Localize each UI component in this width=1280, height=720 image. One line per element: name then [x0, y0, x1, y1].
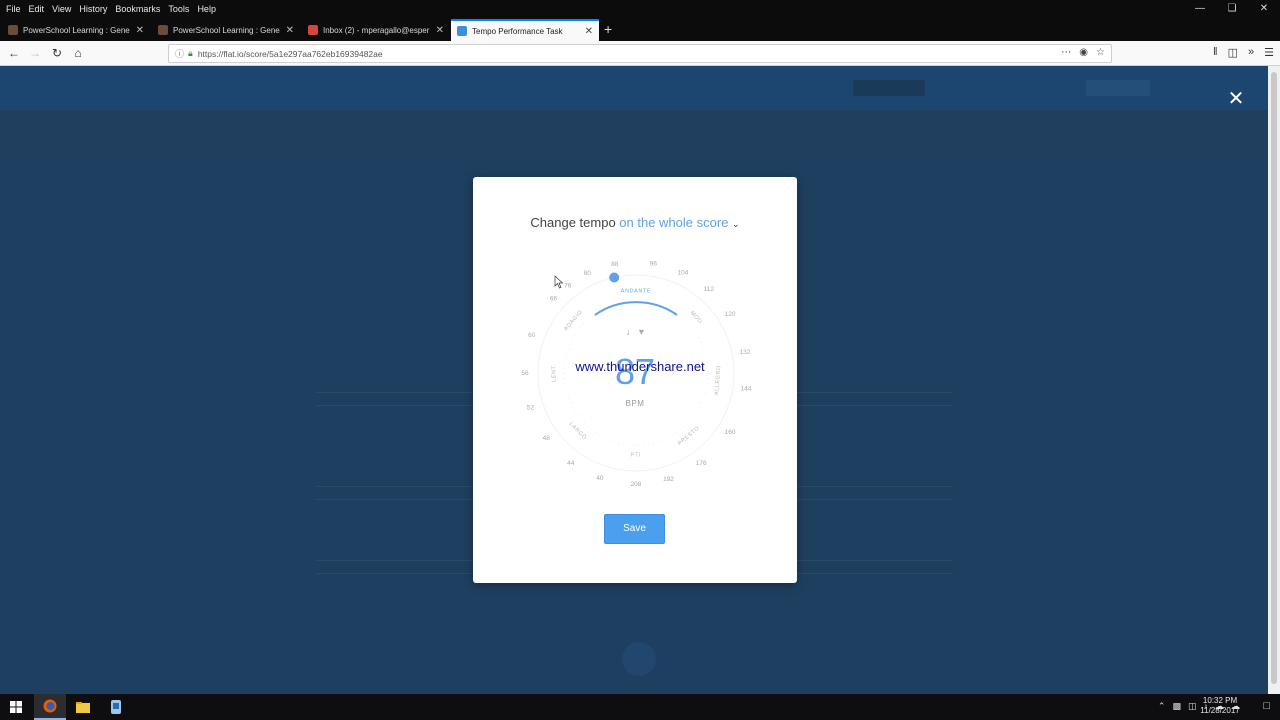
hamburger-menu-icon[interactable]: ☰	[1264, 46, 1274, 59]
active-range-arc	[594, 301, 678, 316]
navigation-bar: ← → ↻ ⌂ ⓘ 🔒︎ https://flat.io/score/5a1e2…	[0, 41, 1280, 66]
reload-icon[interactable]: ↻	[48, 45, 66, 62]
dial-tick-label: 66	[550, 296, 558, 303]
score-toolbar	[0, 110, 1268, 156]
tab-inbox[interactable]: Inbox (2) - mperagallo@esper ✕	[302, 19, 450, 41]
powerschool-favicon-icon	[158, 25, 168, 35]
close-modal-icon[interactable]: ✕	[1226, 89, 1246, 109]
tab-powerschool-1[interactable]: PowerSchool Learning : Gene ✕	[2, 19, 150, 41]
dial-tick-label: 120	[725, 311, 736, 318]
info-icon[interactable]: ⓘ	[175, 47, 184, 60]
powerschool-favicon-icon	[8, 25, 18, 35]
tab-label: PowerSchool Learning : Gene	[23, 25, 130, 35]
bookmark-star-icon[interactable]: ☆	[1096, 47, 1105, 58]
close-tab-icon[interactable]: ✕	[286, 25, 294, 36]
dial-tick-label: 176	[696, 460, 707, 467]
clock-date: 11/28/2017	[1200, 706, 1240, 715]
library-icon[interactable]: ‖	[1213, 46, 1218, 59]
dial-tick-label: 144	[740, 385, 751, 392]
address-bar[interactable]: ⓘ 🔒︎ https://flat.io/score/5a1e297aa762e…	[168, 44, 1112, 63]
tempo-term-label: ANDANTE	[621, 288, 651, 294]
minimize-icon[interactable]: —	[1184, 0, 1216, 17]
dial-tick-label: 132	[740, 349, 751, 356]
menu-view[interactable]: View	[52, 4, 71, 14]
dial-tick-label: 160	[725, 429, 736, 436]
menu-bookmarks[interactable]: Bookmarks	[115, 4, 160, 14]
tempo-handle[interactable]	[609, 272, 620, 283]
tempo-term-label: LARGO	[568, 421, 588, 441]
firefox-taskbar-icon[interactable]	[34, 694, 66, 720]
dial-tick-label: 52	[527, 404, 535, 411]
page-header	[0, 66, 1268, 110]
tab-label: Inbox (2) - mperagallo@esper	[323, 25, 430, 35]
close-tab-icon[interactable]: ✕	[436, 25, 444, 36]
close-tab-icon[interactable]: ✕	[585, 26, 593, 37]
url-text[interactable]: https://flat.io/score/5a1e297aa762eb1693…	[198, 49, 383, 59]
tray-chevron-up-icon[interactable]: ⌃	[1158, 701, 1166, 712]
header-button	[1086, 80, 1150, 96]
change-tempo-modal: Change tempo on the whole score ⌄ 76 80 88…	[473, 177, 797, 583]
header-button	[853, 80, 925, 96]
page-fab	[622, 642, 656, 676]
dial-tick-label: 60	[528, 332, 536, 339]
dial-tick-label: 208	[631, 481, 642, 488]
overflow-chevron-icon[interactable]: »	[1248, 46, 1254, 59]
action-center-icon[interactable]: □	[1263, 700, 1270, 712]
dial-tick-label: 112	[704, 286, 715, 293]
menu-bar: File Edit View History Bookmarks Tools H…	[0, 0, 1280, 17]
tab-powerschool-2[interactable]: PowerSchool Learning : Gene ✕	[152, 19, 300, 41]
page-scrollbar[interactable]	[1268, 66, 1280, 694]
dial-tick-label: 104	[677, 269, 688, 276]
app-taskbar-icon[interactable]	[100, 694, 132, 720]
note-value-selector[interactable]: ♩ ▾	[623, 327, 647, 338]
taskbar-clock[interactable]: 10:32 PM 11/28/2017	[1196, 696, 1244, 716]
lock-icon: 🔒︎	[188, 48, 193, 58]
dial-tick-label: 40	[596, 475, 604, 482]
dial-tick-label: 48	[543, 435, 551, 442]
save-button[interactable]: Save	[604, 514, 665, 544]
tempo-term-label: PTI	[631, 452, 641, 458]
mouse-cursor-icon	[554, 275, 564, 289]
menu-file[interactable]: File	[6, 4, 21, 14]
window-controls: — ❏ ✕	[1184, 0, 1280, 17]
sidebar-icon[interactable]: ◫	[1228, 46, 1238, 59]
dial-tick-label: 96	[650, 260, 658, 267]
menu-edit[interactable]: Edit	[29, 4, 45, 14]
menu-help[interactable]: Help	[197, 4, 216, 14]
bpm-unit: BPM	[625, 399, 645, 408]
forward-arrow-icon[interactable]: →	[26, 45, 44, 62]
clock-time: 10:32 PM	[1202, 696, 1238, 705]
dial-tick-label: 76	[564, 283, 572, 290]
pocket-icon[interactable]: ◉	[1079, 47, 1088, 58]
tab-label: Tempo Performance Task	[472, 26, 563, 36]
file-explorer-icon[interactable]	[67, 694, 99, 720]
restore-icon[interactable]: ❏	[1216, 0, 1248, 17]
dial-tick-label: 192	[663, 476, 674, 483]
gmail-favicon-icon	[308, 25, 318, 35]
network-icon[interactable]: ▩	[1172, 701, 1181, 712]
close-window-icon[interactable]: ✕	[1248, 0, 1280, 17]
menu-tools[interactable]: Tools	[168, 4, 189, 14]
dial-tick-label: 88	[611, 261, 619, 268]
back-arrow-icon[interactable]: ←	[5, 45, 23, 62]
dial-tick-label: 44	[567, 460, 575, 467]
home-icon[interactable]: ⌂	[69, 45, 87, 62]
flat-favicon-icon	[457, 26, 467, 36]
tempo-term-label: ADAGIO	[563, 309, 584, 332]
page-actions-icon[interactable]: ⋯	[1061, 47, 1071, 58]
windows-start-icon[interactable]	[0, 694, 32, 720]
watermark-text: www.thundershare.net	[575, 359, 705, 374]
dial-tick-label: 56	[521, 370, 529, 377]
tab-strip: PowerSchool Learning : Gene ✕ PowerSchoo…	[0, 17, 1280, 41]
tempo-term-label: PRESTO	[677, 425, 701, 446]
tab-label: PowerSchool Learning : Gene	[173, 25, 280, 35]
taskbar: ⌃ ▩ ◫ ♪ ☁ ☁ 10:32 PM 11/28/2017 □	[0, 694, 1280, 720]
close-tab-icon[interactable]: ✕	[136, 25, 144, 36]
menu-history[interactable]: History	[79, 4, 107, 14]
dial-tick-label: 80	[584, 270, 592, 277]
new-tab-icon[interactable]: +	[604, 19, 612, 39]
tempo-term-label: MOD.	[689, 310, 705, 326]
scrollbar-thumb[interactable]	[1271, 72, 1277, 684]
tab-tempo-performance-task[interactable]: Tempo Performance Task ✕	[451, 19, 599, 41]
